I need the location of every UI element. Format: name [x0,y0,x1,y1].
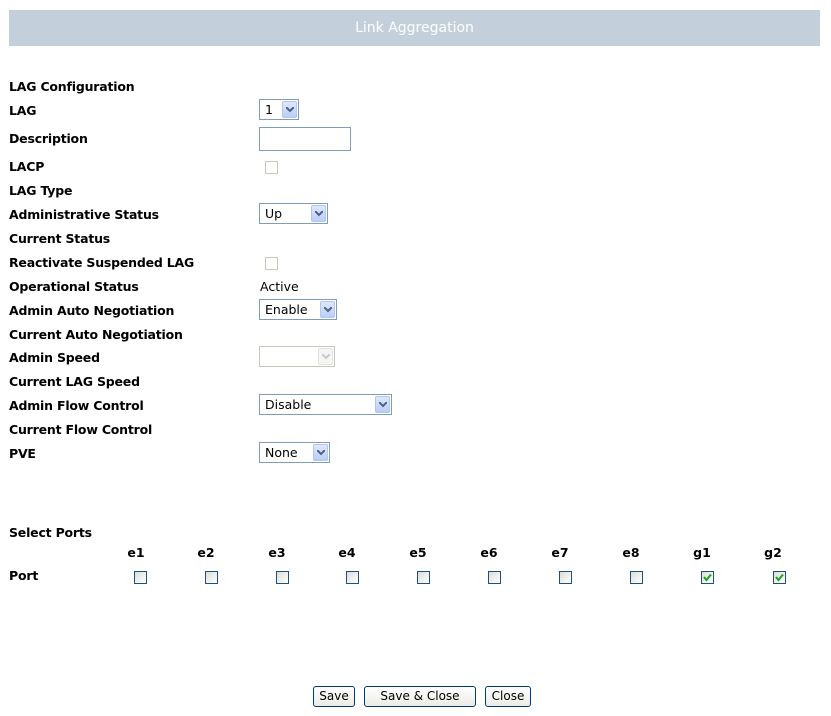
select-ports-title: Select Ports [9,525,92,540]
description-label: Description [9,131,88,146]
port-column-header: g1 [693,545,711,560]
current-lag-speed-label: Current LAG Speed [9,374,140,389]
admin-status-select[interactable]: Up [259,203,328,224]
lag-label: LAG [9,103,37,118]
chevron-down-icon[interactable] [375,396,390,413]
operational-status-label: Operational Status [9,279,139,294]
port-checkbox-e6[interactable] [488,571,501,584]
admin-auto-neg-select[interactable]: Enable [259,299,337,320]
port-column-header: g2 [764,545,782,560]
admin-speed-select[interactable] [259,346,335,367]
save-button[interactable]: Save [313,686,355,707]
page-title: Link Aggregation [9,10,820,46]
port-checkbox-e8[interactable] [630,571,643,584]
port-column-header: e3 [268,545,286,560]
chevron-down-icon[interactable] [282,101,297,118]
checkmark-icon [703,573,712,582]
port-checkbox-e2[interactable] [205,571,218,584]
admin-auto-neg-label: Admin Auto Negotiation [9,303,175,318]
admin-flow-control-select[interactable]: Disable [259,394,392,415]
port-checkbox-g2[interactable] [773,571,786,584]
reactivate-checkbox[interactable] [265,257,278,270]
port-checkbox-e3[interactable] [276,571,289,584]
lag-type-label: LAG Type [9,183,73,198]
current-status-label: Current Status [9,231,111,246]
port-column-header: e4 [338,545,356,560]
port-checkbox-g1[interactable] [701,571,714,584]
description-input[interactable] [259,127,351,151]
chevron-down-icon[interactable] [313,444,328,461]
port-column-header: e1 [127,545,145,560]
reactivate-label: Reactivate Suspended LAG [9,255,195,270]
current-auto-neg-label: Current Auto Negotiation [9,327,183,342]
port-row-label: Port [9,568,39,583]
pve-select[interactable]: None [259,442,330,463]
pve-label: PVE [9,446,36,461]
port-column-header: e6 [480,545,498,560]
admin-status-label: Administrative Status [9,207,159,222]
section-title: LAG Configuration [9,79,135,94]
chevron-down-icon[interactable] [318,348,333,365]
lacp-label: LACP [9,159,45,174]
port-column-header: e2 [197,545,215,560]
close-button[interactable]: Close [485,686,531,707]
pve-value: None [265,445,298,460]
checkmark-icon [775,573,784,582]
port-checkbox-e5[interactable] [417,571,430,584]
port-column-header: e7 [551,545,569,560]
admin-flow-control-value: Disable [265,397,312,412]
port-column-header: e8 [622,545,640,560]
chevron-down-icon[interactable] [311,205,326,222]
port-column-header: e5 [409,545,427,560]
save-close-button[interactable]: Save & Close [364,686,476,707]
admin-status-value: Up [265,206,283,221]
current-flow-control-label: Current Flow Control [9,422,153,437]
port-checkbox-e1[interactable] [134,571,147,584]
admin-auto-neg-value: Enable [265,302,308,317]
port-checkbox-e4[interactable] [346,571,359,584]
chevron-down-icon[interactable] [320,301,335,318]
port-checkbox-e7[interactable] [559,571,572,584]
lacp-checkbox[interactable] [265,161,278,174]
operational-status-value: Active [260,279,299,294]
lag-select-value: 1 [265,102,273,117]
admin-speed-label: Admin Speed [9,350,100,365]
lag-select[interactable]: 1 [259,99,299,120]
admin-flow-control-label: Admin Flow Control [9,398,144,413]
